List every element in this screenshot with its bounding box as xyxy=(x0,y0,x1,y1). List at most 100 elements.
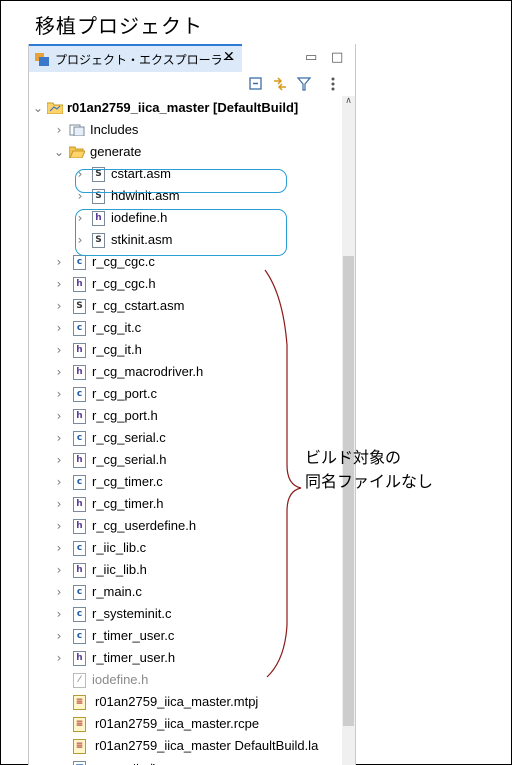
project-file-icon: ≡ xyxy=(73,695,86,710)
chevron-right-icon[interactable]: › xyxy=(53,497,65,511)
tree-row-code-gen[interactable]: ⌄ ▦ コード生成 xyxy=(29,758,341,765)
file-name: r_iic_lib.c xyxy=(92,540,147,555)
project-file-icon: ≡ xyxy=(73,717,86,732)
file-name: r_cg_serial.c xyxy=(92,430,166,445)
file-name: r_cg_timer.c xyxy=(92,474,163,489)
view-menu-icon[interactable] xyxy=(329,76,337,92)
file-name: r_cg_cgc.h xyxy=(92,276,156,291)
project-name: r01an2759_iica_master [DefaultBuild] xyxy=(67,100,299,115)
chevron-right-icon[interactable]: › xyxy=(53,409,65,423)
file-name: r_cg_it.c xyxy=(92,320,142,335)
chevron-right-icon[interactable]: › xyxy=(53,475,65,489)
code-gen-icon: ▦ xyxy=(73,761,86,765)
chevron-down-icon[interactable]: ⌄ xyxy=(32,101,44,115)
chevron-right-icon[interactable]: › xyxy=(53,519,65,533)
file-name: r01an2759_iica_master.mtpj xyxy=(95,694,259,709)
code-gen-label: コード生成 xyxy=(92,760,157,765)
c-file-icon: c xyxy=(73,321,86,336)
includes-label: Includes xyxy=(90,122,139,137)
h-file-icon: h xyxy=(73,365,86,380)
file-name: r_iic_lib.h xyxy=(92,562,147,577)
folder-open-icon xyxy=(69,146,85,158)
chevron-right-icon[interactable]: › xyxy=(53,541,65,555)
file-name: r_cg_timer.h xyxy=(92,496,164,511)
h-file-icon: h xyxy=(73,409,86,424)
tree-row-generate[interactable]: ⌄ generate xyxy=(29,142,341,164)
project-file-icon: ≡ xyxy=(73,739,86,754)
file-name: r_timer_user.c xyxy=(92,628,175,643)
chevron-right-icon[interactable]: › xyxy=(53,453,65,467)
h-file-icon: h xyxy=(73,563,86,578)
close-icon[interactable]: ✕ xyxy=(223,49,235,65)
annotation-line-1: ビルド対象の xyxy=(305,448,402,467)
view-toolbar xyxy=(29,72,355,96)
file-name: r_systeminit.c xyxy=(92,606,172,621)
h-file-icon: h xyxy=(73,519,86,534)
c-file-icon: c xyxy=(73,387,86,402)
h-file-icon: h xyxy=(73,651,86,666)
h-file-icon: h xyxy=(73,277,86,292)
chevron-right-icon[interactable]: › xyxy=(53,343,65,357)
asm-file-icon: S xyxy=(73,299,86,314)
h-file-icon: h xyxy=(73,497,86,512)
chevron-right-icon[interactable]: › xyxy=(53,321,65,335)
file-name: r_cg_macrodriver.h xyxy=(92,364,204,379)
file-name: r_cg_cgc.c xyxy=(92,254,155,269)
minimize-icon[interactable]: ▭ xyxy=(305,50,317,65)
filter-icon[interactable] xyxy=(296,76,312,92)
c-file-icon: c xyxy=(73,585,86,600)
file-name: iodefine.h xyxy=(92,672,149,687)
chevron-up-icon[interactable]: ∧ xyxy=(342,96,355,106)
chevron-right-icon[interactable]: › xyxy=(53,365,65,379)
chevron-right-icon[interactable]: › xyxy=(53,123,65,137)
file-name: r01an2759_iica_master DefaultBuild.la xyxy=(95,738,319,753)
chevron-right-icon[interactable]: › xyxy=(53,387,65,401)
vertical-scrollbar[interactable]: ∧ xyxy=(342,96,355,765)
view-tabbar: プロジェクト・エクスプローラー ✕ ▭ □ xyxy=(29,44,355,72)
c-file-icon: c xyxy=(73,431,86,446)
tree-row-project-file[interactable]: ≡ r01an2759_iica_master DefaultBuild.la xyxy=(29,736,341,758)
annotation-line-2: 同名ファイルなし xyxy=(305,472,434,491)
excluded-file-icon: ⁄ xyxy=(73,673,86,688)
file-name: r_cg_cstart.asm xyxy=(92,298,185,313)
generate-label: generate xyxy=(90,144,142,159)
chevron-right-icon[interactable]: › xyxy=(53,607,65,621)
file-name: r_cg_serial.h xyxy=(92,452,167,467)
c-file-icon: c xyxy=(73,629,86,644)
file-name: r01an2759_iica_master.rcpe xyxy=(95,716,260,731)
chevron-right-icon[interactable]: › xyxy=(53,277,65,291)
includes-icon xyxy=(69,124,85,136)
h-file-icon: h xyxy=(73,343,86,358)
link-with-editor-icon[interactable] xyxy=(272,76,288,92)
chevron-right-icon[interactable]: › xyxy=(53,629,65,643)
tree-row-project-file[interactable]: ≡ r01an2759_iica_master.mtpj xyxy=(29,692,341,714)
file-name: r_cg_it.h xyxy=(92,342,142,357)
chevron-right-icon[interactable]: › xyxy=(53,255,65,269)
highlight-box-cstart xyxy=(75,169,287,193)
collapse-all-icon[interactable] xyxy=(248,76,264,92)
chevron-right-icon[interactable]: › xyxy=(53,299,65,313)
highlight-box-iodefine-stkinit xyxy=(75,209,287,256)
c-file-icon: c xyxy=(73,255,86,270)
file-name: r_timer_user.h xyxy=(92,650,176,665)
c-file-icon: c xyxy=(73,475,86,490)
project-folder-icon xyxy=(47,102,63,114)
maximize-icon[interactable]: □ xyxy=(331,50,343,65)
chevron-down-icon[interactable]: ⌄ xyxy=(53,145,65,159)
file-name: r_cg_port.h xyxy=(92,408,158,423)
chevron-right-icon[interactable]: › xyxy=(53,651,65,665)
tree-row-includes[interactable]: › Includes xyxy=(29,120,341,142)
chevron-down-icon[interactable]: ⌄ xyxy=(53,761,65,765)
c-file-icon: c xyxy=(73,607,86,622)
chevron-right-icon[interactable]: › xyxy=(53,431,65,445)
tab-project-explorer[interactable]: プロジェクト・エクスプローラー ✕ xyxy=(29,44,242,72)
tree-row-project[interactable]: ⌄ r01an2759_iica_master [DefaultBuild] xyxy=(29,98,341,120)
chevron-right-icon[interactable]: › xyxy=(53,563,65,577)
tab-label: プロジェクト・エクスプローラー xyxy=(55,53,235,67)
file-name: r_main.c xyxy=(92,584,142,599)
file-name: r_cg_userdefine.h xyxy=(92,518,197,533)
file-name: r_cg_port.c xyxy=(92,386,158,401)
tree-row-project-file[interactable]: ≡ r01an2759_iica_master.rcpe xyxy=(29,714,341,736)
chevron-right-icon[interactable]: › xyxy=(53,585,65,599)
project-explorer-icon xyxy=(35,53,49,66)
